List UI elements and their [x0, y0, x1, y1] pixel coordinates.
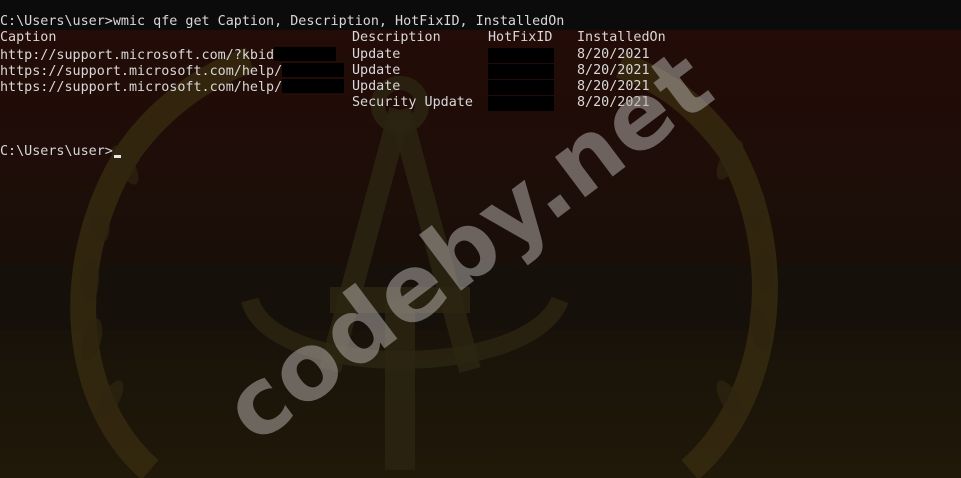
- hotfixid-redaction: [488, 63, 554, 79]
- command-text: C:\Users\user>wmic qfe get Caption, Desc…: [0, 14, 565, 29]
- prompt-line[interactable]: C:\Users\user>: [0, 144, 961, 160]
- row-description: Update: [352, 46, 401, 62]
- row-caption: https://support.microsoft.com/help/: [0, 62, 345, 80]
- hotfixid-redaction: [488, 80, 554, 96]
- console-output: C:\Users\user>wmic qfe get Caption, Desc…: [0, 14, 961, 161]
- header-description: Description: [352, 30, 441, 46]
- row-description: Update: [352, 62, 401, 78]
- hotfixid-redaction: [488, 47, 554, 63]
- table-row: http://support.microsoft.com/?kbid Updat…: [0, 46, 961, 64]
- table-row: https://support.microsoft.com/help/ Upda…: [0, 62, 961, 80]
- prompt-input[interactable]: C:\Users\user>: [0, 144, 121, 160]
- prompt-text: C:\Users\user>: [0, 144, 113, 160]
- table-row: Security Update 8/20/2021: [0, 95, 961, 112]
- hotfixid-redaction: [488, 96, 554, 112]
- table-header: Caption Description HotFixID InstalledOn: [0, 30, 961, 46]
- header-caption: Caption: [0, 30, 57, 46]
- row-caption: https://support.microsoft.com/help/: [0, 79, 345, 96]
- row-description: Update: [352, 79, 401, 95]
- command-line: C:\Users\user>wmic qfe get Caption, Desc…: [0, 14, 961, 30]
- row-caption: http://support.microsoft.com/?kbid: [0, 46, 337, 64]
- row-description: Security Update: [352, 95, 473, 111]
- redaction-block: [282, 79, 345, 94]
- redaction-block: [274, 46, 337, 61]
- table-row: https://support.microsoft.com/help/ Upda…: [0, 79, 961, 96]
- header-hotfixid: HotFixID: [488, 30, 553, 46]
- redaction-block: [282, 62, 345, 77]
- text-cursor: [113, 155, 121, 159]
